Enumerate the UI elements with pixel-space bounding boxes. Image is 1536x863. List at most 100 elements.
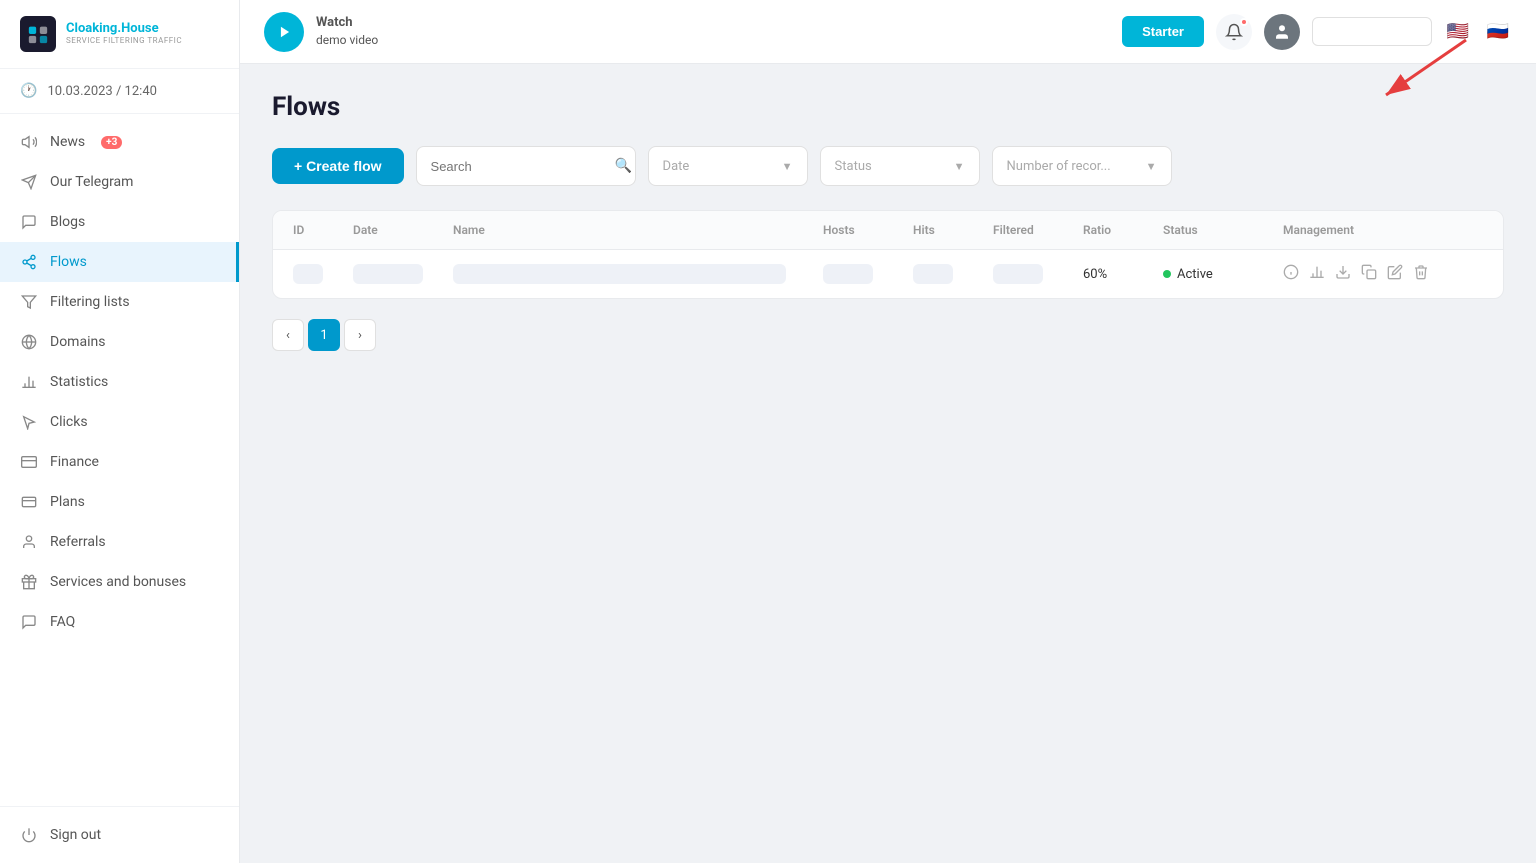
filter-icon: [20, 293, 38, 311]
next-page-button[interactable]: ›: [344, 319, 376, 351]
logo-icon: [20, 16, 56, 52]
sidebar-item-clicks[interactable]: Clicks: [0, 402, 239, 442]
info-action-icon[interactable]: [1283, 264, 1299, 284]
row-name: [453, 264, 823, 284]
sidebar-item-filtering[interactable]: Filtering lists: [0, 282, 239, 322]
flag-ru[interactable]: 🇷🇺: [1484, 22, 1512, 42]
cursor-icon: [20, 413, 38, 431]
demo-video-section: Watch demo video: [264, 12, 378, 52]
sidebar-item-plans[interactable]: Plans: [0, 482, 239, 522]
sidebar-item-label: Finance: [50, 454, 99, 470]
header: Watch demo video Starter 🇺🇸 🇷🇺: [240, 0, 1536, 64]
power-icon: [20, 826, 38, 844]
sidebar-item-blogs[interactable]: Blogs: [0, 202, 239, 242]
globe-icon: [20, 333, 38, 351]
sidebar-item-label: Referrals: [50, 534, 106, 550]
prev-page-button[interactable]: ‹: [272, 319, 304, 351]
row-filtered: [993, 264, 1083, 284]
sidebar-item-label: Clicks: [50, 414, 88, 430]
chevron-down-icon: ▼: [954, 160, 965, 173]
logo: Cloaking.House SERVICE FILTERING TRAFFIC: [0, 0, 239, 69]
user-icon: [1273, 23, 1291, 41]
sidebar-item-label: Domains: [50, 334, 105, 350]
sidebar-item-label: Sign out: [50, 827, 101, 843]
sidebar-item-finance[interactable]: Finance: [0, 442, 239, 482]
demo-text: Watch demo video: [316, 14, 378, 49]
sidebar-item-label: Statistics: [50, 374, 108, 390]
sidebar-item-faq[interactable]: FAQ: [0, 602, 239, 642]
notification-button[interactable]: [1216, 14, 1252, 50]
card-icon: [20, 493, 38, 511]
page-body: Flows + Create flow 🔍 Date ▼ Status ▼ Nu…: [240, 64, 1536, 863]
dollar-icon: [20, 453, 38, 471]
sidebar-item-telegram[interactable]: Our Telegram: [0, 162, 239, 202]
row-hits: [913, 264, 993, 284]
megaphone-icon: [20, 133, 38, 151]
header-right: Starter 🇺🇸 🇷🇺: [1122, 14, 1512, 50]
bell-icon: [1225, 23, 1243, 41]
sidebar-datetime: 🕐 10.03.2023 / 12:40: [0, 69, 239, 114]
toolbar: + Create flow 🔍 Date ▼ Status ▼ Number o…: [272, 146, 1504, 186]
sidebar: Cloaking.House SERVICE FILTERING TRAFFIC…: [0, 0, 240, 863]
sidebar-item-label: Blogs: [50, 214, 85, 230]
sidebar-item-label: Services and bonuses: [50, 574, 186, 590]
create-flow-button[interactable]: + Create flow: [272, 148, 404, 184]
share-icon: [20, 253, 38, 271]
logo-text: Cloaking.House SERVICE FILTERING TRAFFIC: [66, 22, 182, 45]
flows-table: ID Date Name Hosts Hits Filtered Ratio S…: [272, 210, 1504, 299]
sidebar-item-statistics[interactable]: Statistics: [0, 362, 239, 402]
sidebar-item-label: Plans: [50, 494, 85, 510]
sidebar-item-flows[interactable]: Flows: [0, 242, 239, 282]
sidebar-item-services[interactable]: Services and bonuses: [0, 562, 239, 602]
sidebar-item-domains[interactable]: Domains: [0, 322, 239, 362]
play-button[interactable]: [264, 12, 304, 52]
notification-dot: [1240, 18, 1248, 26]
page-1-button[interactable]: 1: [308, 319, 340, 351]
sidebar-item-news[interactable]: News +3: [0, 122, 239, 162]
copy-action-icon[interactable]: [1361, 264, 1377, 284]
sidebar-item-referrals[interactable]: Referrals: [0, 522, 239, 562]
row-status: Active: [1163, 267, 1283, 282]
status-filter[interactable]: Status ▼: [820, 146, 980, 186]
sidebar-nav: News +3 Our Telegram Blogs: [0, 114, 239, 806]
table-header: ID Date Name Hosts Hits Filtered Ratio S…: [273, 211, 1503, 250]
download-action-icon[interactable]: [1335, 264, 1351, 284]
search-input[interactable]: [431, 159, 607, 174]
paper-plane-icon: [20, 173, 38, 191]
edit-action-icon[interactable]: [1387, 264, 1403, 284]
flag-us[interactable]: 🇺🇸: [1444, 22, 1472, 42]
faq-icon: [20, 613, 38, 631]
sidebar-item-label: Flows: [50, 254, 87, 270]
chevron-down-icon: ▼: [1146, 160, 1157, 173]
row-actions: [1283, 264, 1483, 284]
delete-action-icon[interactable]: [1413, 264, 1429, 284]
row-date: [353, 264, 453, 284]
language-input[interactable]: [1312, 17, 1432, 46]
sidebar-item-label: FAQ: [50, 614, 75, 630]
search-icon: 🔍: [615, 158, 632, 174]
pagination: ‹ 1 ›: [272, 319, 1504, 351]
sidebar-item-label: Filtering lists: [50, 294, 130, 310]
row-hosts: [823, 264, 913, 284]
row-id: [293, 264, 353, 284]
person-icon: [20, 533, 38, 551]
news-badge: +3: [101, 136, 122, 149]
sidebar-item-label: Our Telegram: [50, 174, 133, 190]
gift-icon: [20, 573, 38, 591]
chevron-down-icon: ▼: [782, 160, 793, 173]
sidebar-item-signout[interactable]: Sign out: [0, 815, 239, 855]
user-avatar-button[interactable]: [1264, 14, 1300, 50]
logo-subtitle: SERVICE FILTERING TRAFFIC: [66, 37, 182, 46]
starter-button[interactable]: Starter: [1122, 16, 1204, 47]
status-dot: [1163, 270, 1171, 278]
row-ratio: 60%: [1083, 267, 1163, 282]
table-row: 60% Active: [273, 250, 1503, 298]
chart-action-icon[interactable]: [1309, 264, 1325, 284]
records-filter[interactable]: Number of recor... ▼: [992, 146, 1172, 186]
sidebar-bottom: Sign out: [0, 806, 239, 863]
date-filter[interactable]: Date ▼: [648, 146, 808, 186]
chart-bar-icon: [20, 373, 38, 391]
main-content: Watch demo video Starter 🇺🇸 🇷🇺: [240, 0, 1536, 863]
sidebar-item-label: News: [50, 134, 85, 150]
search-box: 🔍: [416, 146, 636, 186]
